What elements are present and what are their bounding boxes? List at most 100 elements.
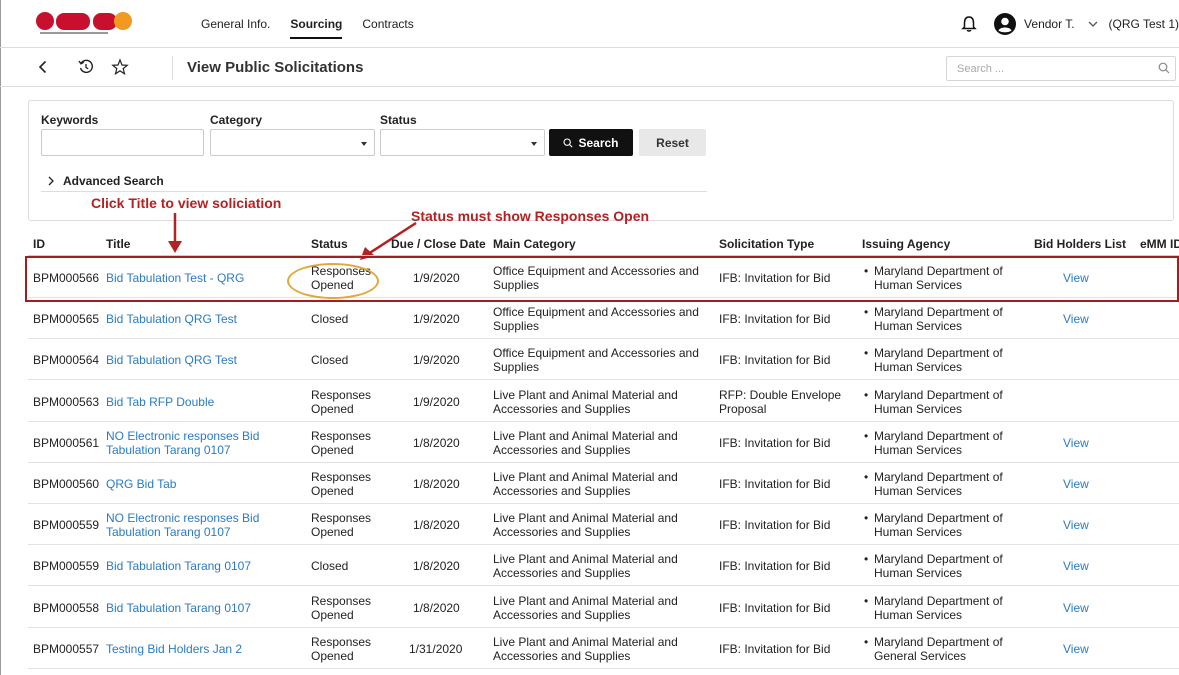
col-title[interactable]: Title [106, 237, 130, 251]
row-id: BPM000558 [33, 600, 100, 615]
row-title-link[interactable]: NO Electronic responses Bid Tabulation Ta… [106, 429, 259, 457]
chevron-down-icon[interactable] [1087, 18, 1099, 30]
row-title-link[interactable]: Bid Tab RFP Double [106, 395, 214, 409]
table-row: BPM000563 Bid Tab RFP Double Responses Open… [28, 381, 1179, 422]
col-solicitation-type[interactable]: Solicitation Type [719, 237, 814, 251]
row-title-link[interactable]: Bid Tabulation QRG Test [106, 353, 237, 367]
star-icon[interactable] [111, 58, 129, 76]
category-label: Category [210, 113, 263, 127]
row-category: Live Plant and Animal Material and Access… [493, 635, 678, 663]
row-agency-line: Human Services [874, 525, 963, 540]
back-icon[interactable] [34, 58, 52, 76]
row-title-link[interactable]: NO Electronic responses Bid Tabulation Ta… [106, 511, 259, 539]
table-row: BPM000566 Bid Tabulation Test - QRG Respon… [28, 257, 1179, 298]
bid-holders-view-link[interactable]: View [1063, 518, 1089, 532]
row-agency-line: Human Services [874, 278, 963, 292]
row-status-line: Responses [311, 511, 372, 526]
bid-holders-view-link[interactable]: View [1063, 559, 1089, 573]
col-emm-id[interactable]: eMM ID [1140, 237, 1179, 251]
row-title-link-line: Bid Tabulation Test - QRG [106, 271, 245, 285]
row-category-line: Accessories and Supplies [493, 607, 631, 622]
row-title-link[interactable]: Bid Tabulation Tarang 0107 [106, 601, 251, 615]
bid-holders-view-link[interactable]: View [1063, 312, 1089, 326]
row-title-link[interactable]: Testing Bid Holders Jan 2 [106, 642, 242, 656]
reset-button[interactable]: Reset [639, 129, 706, 156]
col-main-category[interactable]: Main Category [493, 237, 576, 251]
row-due-date: 1/9/2020 [413, 271, 460, 285]
nav-sourcing[interactable]: Sourcing [290, 17, 343, 39]
row-id: BPM000560 [33, 477, 100, 491]
col-due-date[interactable]: Due / Close Date [391, 237, 486, 251]
row-status-line: Responses [311, 387, 372, 402]
user-name[interactable]: Vendor T. [1024, 17, 1074, 31]
row-agency-line: Maryland Department of [874, 305, 1003, 320]
table-row: BPM000559 NO Electronic responses Bid Tabu… [28, 504, 1179, 546]
avatar-icon[interactable] [994, 13, 1017, 35]
status-label: Status [380, 113, 417, 127]
nav-contracts[interactable]: Contracts [362, 17, 413, 39]
row-category: Live Plant and Animal Material and Access… [493, 552, 678, 580]
row-solicitation-type-line: IFB: Invitation for Bid [719, 477, 831, 491]
table-row: BPM000561 NO Electronic responses Bid Tabu… [28, 422, 1179, 463]
row-status-line: Closed [311, 559, 349, 574]
bid-holders-view-link[interactable]: View [1063, 601, 1089, 615]
row-solicitation-type: IFB: Invitation for Bid [719, 518, 830, 532]
category-caret-icon [361, 142, 367, 146]
annotation-title-hint: Click Title to view soliciation [91, 195, 282, 211]
category-select[interactable] [210, 129, 375, 156]
row-title-link[interactable]: Bid Tabulation Test - QRG [106, 271, 244, 285]
row-solicitation-type-line: RFP: Double Envelope [719, 387, 842, 402]
page-header: View Public Solicitations [0, 47, 1179, 87]
col-id[interactable]: ID [33, 237, 45, 251]
bullet-icon: • [864, 634, 869, 649]
row-status-line: Opened [311, 607, 354, 622]
global-search-input[interactable] [946, 56, 1176, 81]
col-issuing-agency[interactable]: Issuing Agency [862, 237, 950, 251]
row-category-line: Live Plant and Animal Material and [493, 428, 678, 443]
row-category-line: Live Plant and Animal Material and [493, 387, 678, 402]
row-solicitation-type: IFB: Invitation for Bid [719, 559, 830, 573]
org-name: (QRG Test 1) [1108, 17, 1179, 31]
row-due-date: 1/8/2020 [413, 477, 460, 491]
row-category: Office Equipment and Accessories and Supp… [493, 305, 699, 333]
search-icon[interactable] [1158, 62, 1170, 74]
bid-holders-view-link[interactable]: View [1063, 477, 1089, 491]
col-bid-holders[interactable]: Bid Holders List [1034, 237, 1126, 251]
row-status-line: Closed [311, 312, 349, 327]
bullet-icon: • [864, 387, 869, 402]
row-category: Live Plant and Animal Material and Access… [493, 594, 678, 622]
row-category-line: Accessories and Supplies [493, 442, 631, 457]
row-status-line: Responses [311, 593, 372, 608]
keywords-input[interactable] [41, 129, 204, 156]
row-solicitation-type-line: IFB: Invitation for Bid [719, 559, 831, 574]
row-status: Responses Opened [311, 635, 371, 663]
row-title-link[interactable]: Bid Tabulation QRG Test [106, 312, 237, 326]
bid-holders-view-link[interactable]: View [1063, 642, 1089, 656]
bid-holders-view-link[interactable]: View [1063, 436, 1089, 450]
row-agency: Maryland Department of Human Services • [864, 305, 1003, 334]
row-status-line: Opened [311, 442, 354, 457]
row-category-line: Accessories and Supplies [493, 566, 631, 581]
history-icon[interactable] [77, 58, 95, 76]
row-agency: Maryland Department of General Services • [864, 635, 1003, 663]
nav-general-info[interactable]: General Info. [201, 17, 270, 39]
row-title-link[interactable]: Bid Tabulation Tarang 0107 [106, 559, 251, 573]
row-title-link[interactable]: QRG Bid Tab [106, 477, 176, 491]
row-title-link-line: Tabulation Tarang 0107 [106, 442, 231, 457]
search-button[interactable]: Search [549, 129, 633, 156]
row-agency-line: Human Services [874, 319, 963, 334]
row-status-line: Opened [311, 484, 354, 498]
row-status: Responses Opened [311, 511, 371, 539]
table-row: BPM000557 Testing Bid Holders Jan 2 Respon… [28, 628, 1179, 669]
status-select[interactable] [380, 129, 545, 156]
bell-icon[interactable] [960, 15, 978, 33]
row-category-line: Live Plant and Animal Material and [493, 470, 678, 484]
search-icon [563, 137, 574, 148]
emma-logo[interactable] [36, 10, 146, 38]
col-status[interactable]: Status [311, 237, 348, 251]
advanced-search-toggle[interactable]: Advanced Search [47, 174, 164, 188]
row-status-line: Responses [311, 634, 372, 649]
annotation-status-hint: Status must show Responses Open [411, 208, 650, 224]
nav-links: General Info. Sourcing Contracts [201, 17, 434, 39]
bid-holders-view-link[interactable]: View [1063, 271, 1089, 285]
